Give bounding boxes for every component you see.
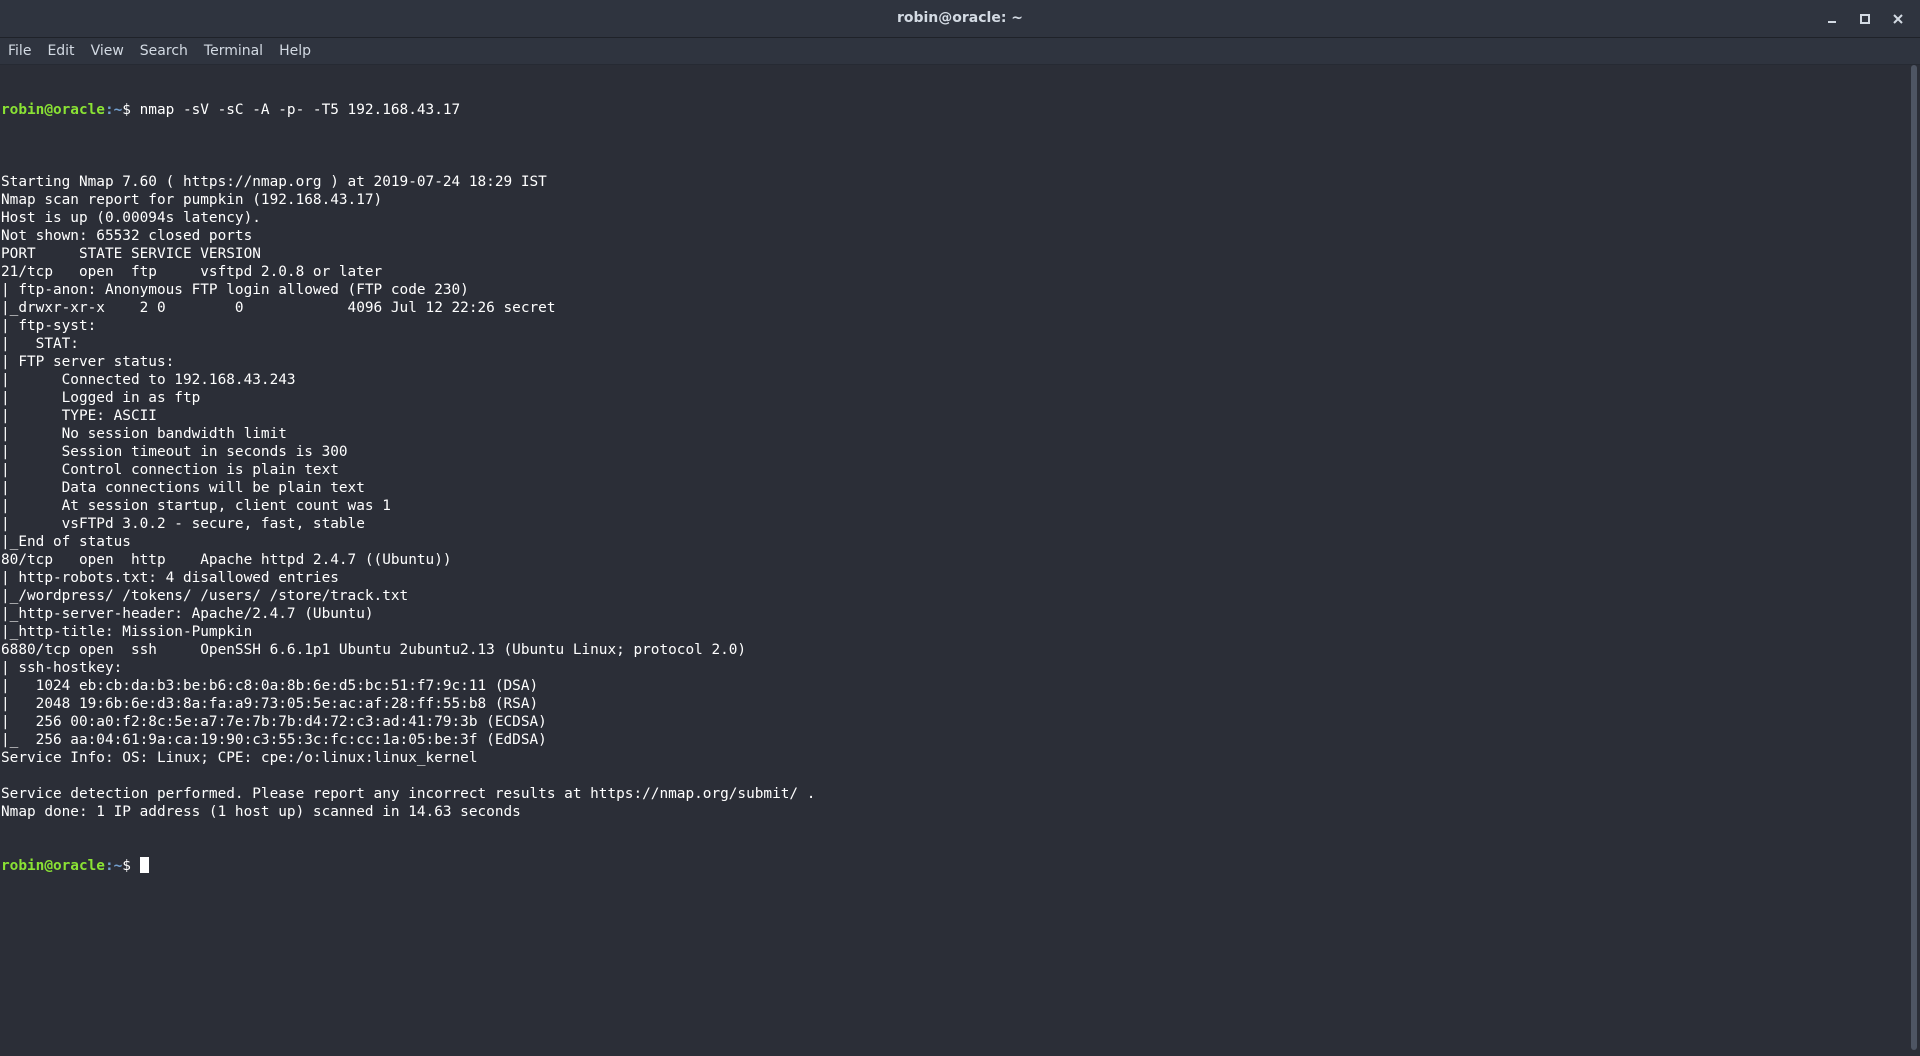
menu-file[interactable]: File xyxy=(0,38,39,64)
menu-bar: File Edit View Search Terminal Help xyxy=(0,38,1920,65)
output-line: 80/tcp open http Apache httpd 2.4.7 ((Ub… xyxy=(1,552,452,568)
output-line: | STAT: xyxy=(1,336,79,352)
close-button[interactable] xyxy=(1881,0,1914,37)
output-line: | ftp-syst: xyxy=(1,318,97,334)
output-line: | Data connections will be plain text xyxy=(1,480,365,496)
output-line: 21/tcp open ftp vsftpd 2.0.8 or later xyxy=(1,264,383,280)
output-line: Not shown: 65532 closed ports xyxy=(1,228,253,244)
vertical-scrollbar[interactable] xyxy=(1908,65,1920,1056)
output-line: | http-robots.txt: 4 disallowed entries xyxy=(1,570,339,586)
output-line: | No session bandwidth limit xyxy=(1,426,287,442)
output-line: |_ 256 aa:04:61:9a:ca:19:90:c3:55:3c:fc:… xyxy=(1,732,547,748)
output-line: | Control connection is plain text xyxy=(1,462,339,478)
output-line: Nmap done: 1 IP address (1 host up) scan… xyxy=(1,804,521,820)
output-line: |_/wordpress/ /tokens/ /users/ /store/tr… xyxy=(1,588,409,604)
output-line: | Connected to 192.168.43.243 xyxy=(1,372,296,388)
command-line: robin@oracle:~$ nmap -sV -sC -A -p- -T5 … xyxy=(1,101,1908,119)
prompt-user-host: robin@oracle xyxy=(1,102,105,118)
output-line: | 2048 19:6b:6e:d3:8a:fa:a9:73:05:5e:ac:… xyxy=(1,696,539,712)
output-line: | Logged in as ftp xyxy=(1,390,201,406)
output-line: Host is up (0.00094s latency). xyxy=(1,210,261,226)
terminal-text: robin@oracle:~$ nmap -sV -sC -A -p- -T5 … xyxy=(0,65,1908,911)
output-line: 6880/tcp open ssh OpenSSH 6.6.1p1 Ubuntu… xyxy=(1,642,747,658)
output-line: | At session startup, client count was 1 xyxy=(1,498,391,514)
prompt-symbol: $ xyxy=(122,102,140,118)
maximize-icon xyxy=(1859,13,1870,24)
output-line: PORT STATE SERVICE VERSION xyxy=(1,246,261,262)
output-line: |_http-title: Mission-Pumpkin xyxy=(1,624,253,640)
prompt-user-host: robin@oracle xyxy=(1,858,105,874)
output-line: | 1024 eb:cb:da:b3:be:b6:c8:0a:8b:6e:d5:… xyxy=(1,678,539,694)
output-line: Nmap scan report for pumpkin (192.168.43… xyxy=(1,192,383,208)
command-text: nmap -sV -sC -A -p- -T5 192.168.43.17 xyxy=(139,102,461,118)
maximize-button[interactable] xyxy=(1848,0,1881,37)
current-prompt-line: robin@oracle:~$ xyxy=(1,857,1908,875)
output-line: | 256 00:a0:f2:8c:5e:a7:7e:7b:7b:d4:72:c… xyxy=(1,714,547,730)
output-line: | FTP server status: xyxy=(1,354,175,370)
window-title: robin@oracle: ~ xyxy=(896,10,1024,26)
prompt-path: :~ xyxy=(104,858,123,874)
minimize-icon xyxy=(1827,20,1836,23)
output-line: |_http-server-header: Apache/2.4.7 (Ubun… xyxy=(1,606,374,622)
terminal-output: Starting Nmap 7.60 ( https://nmap.org ) … xyxy=(1,155,1908,821)
output-line: Service detection performed. Please repo… xyxy=(1,786,816,802)
terminal-area[interactable]: robin@oracle:~$ nmap -sV -sC -A -p- -T5 … xyxy=(0,65,1908,1056)
output-line: | Session timeout in seconds is 300 xyxy=(1,444,348,460)
prompt-path: :~ xyxy=(104,102,123,118)
menu-view[interactable]: View xyxy=(83,38,132,64)
menu-help[interactable]: Help xyxy=(271,38,319,64)
menu-search[interactable]: Search xyxy=(132,38,196,64)
output-line: | TYPE: ASCII xyxy=(1,408,157,424)
minimize-button[interactable] xyxy=(1815,0,1848,37)
output-line: Service Info: OS: Linux; CPE: cpe:/o:lin… xyxy=(1,750,478,766)
menu-terminal[interactable]: Terminal xyxy=(196,38,271,64)
text-cursor xyxy=(139,857,149,873)
scrollbar-thumb[interactable] xyxy=(1911,65,1917,1050)
output-line: Starting Nmap 7.60 ( https://nmap.org ) … xyxy=(1,174,547,190)
terminal-window: robin@oracle: ~ File Edit View Search Te… xyxy=(0,0,1920,1056)
output-line: |_End of status xyxy=(1,534,131,550)
output-line: | ftp-anon: Anonymous FTP login allowed … xyxy=(1,282,469,298)
prompt-symbol: $ xyxy=(122,858,140,874)
window-controls xyxy=(1815,0,1914,37)
output-line: |_drwxr-xr-x 2 0 0 4096 Jul 12 22:26 sec… xyxy=(1,300,556,316)
menu-edit[interactable]: Edit xyxy=(39,38,82,64)
output-line: | vsFTPd 3.0.2 - secure, fast, stable xyxy=(1,516,365,532)
output-line: | ssh-hostkey: xyxy=(1,660,123,676)
close-icon xyxy=(1892,13,1903,24)
title-bar[interactable]: robin@oracle: ~ xyxy=(0,0,1920,38)
